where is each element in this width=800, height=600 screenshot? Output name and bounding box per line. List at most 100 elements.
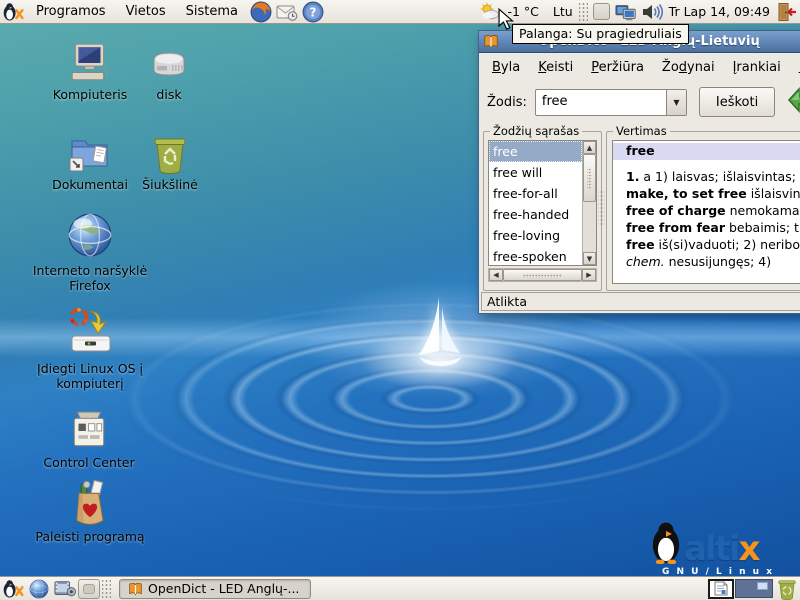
scrollbar-thumb[interactable] bbox=[503, 269, 582, 281]
wordlist-item[interactable]: free-handed bbox=[489, 204, 582, 225]
hard-disk-icon bbox=[149, 44, 189, 84]
desktop-icon-label: Šiukšlinė bbox=[142, 177, 198, 192]
task-button-opendict[interactable]: OpenDict - LED Anglų-... bbox=[119, 579, 311, 599]
desktop-icon-label: Dokumentai bbox=[52, 177, 128, 192]
scroll-down-icon[interactable]: ▼ bbox=[583, 252, 596, 265]
computer-icon bbox=[69, 42, 111, 84]
volume-icon[interactable] bbox=[641, 1, 663, 23]
desktop-icon-documents[interactable]: Dokumentai bbox=[36, 134, 144, 192]
menu-keisti[interactable]: Keisti bbox=[529, 57, 582, 78]
baltix-penguin-icon bbox=[648, 520, 684, 564]
menu-perziura[interactable]: Peržiūra bbox=[582, 57, 653, 78]
bottom-panel: OpenDict - LED Anglų-... bbox=[0, 576, 800, 600]
sailboat-illustration bbox=[405, 293, 475, 383]
display-settings-icon[interactable] bbox=[615, 1, 637, 23]
wordlist-vertical-scrollbar[interactable]: ▲ ▼ bbox=[582, 141, 596, 265]
wordlist-group-label: Žodžių sąrašas bbox=[490, 124, 582, 138]
search-toolbar: Žodis: free ▼ Ieškoti bbox=[479, 81, 800, 123]
desktop-icon-firefox[interactable]: Interneto naršyklėFirefox bbox=[26, 210, 154, 293]
desktop-icon-run-program[interactable]: Paleisti programą bbox=[30, 478, 150, 544]
word-combobox-value[interactable]: free bbox=[536, 90, 666, 115]
menu-programos[interactable]: Programos bbox=[26, 0, 116, 24]
translation-group: Vertimas free 1. a 1) laisvas; išlaisvin… bbox=[606, 131, 800, 291]
opendict-book-icon bbox=[128, 582, 143, 596]
mail-launcher-icon[interactable] bbox=[276, 1, 298, 23]
menu-irankiai[interactable]: Įrankiai bbox=[724, 57, 790, 78]
baltix-taskbar-icon[interactable] bbox=[2, 578, 24, 600]
run-program-bag-icon bbox=[68, 478, 112, 526]
back-arrow-icon[interactable] bbox=[787, 86, 800, 114]
install-os-icon bbox=[63, 306, 117, 358]
recycle-bin-icon bbox=[151, 134, 189, 174]
workspace-window-thumbnail bbox=[757, 582, 768, 590]
firefox-launcher-icon[interactable] bbox=[250, 1, 272, 23]
baltix-watermark: altix G N U / L i n u x bbox=[648, 520, 798, 577]
desktop-icon-label: disk bbox=[156, 87, 181, 102]
video-player-launcher-icon[interactable] bbox=[54, 578, 76, 600]
wordlist-item-selected[interactable]: free bbox=[489, 141, 582, 162]
tray-status-icon[interactable] bbox=[593, 3, 610, 20]
scrollbar-thumb[interactable] bbox=[583, 154, 596, 202]
show-desktop-icon bbox=[83, 584, 95, 594]
applet-drag-handle[interactable] bbox=[579, 3, 588, 21]
baltix-menu-icon[interactable] bbox=[2, 1, 24, 23]
word-combobox[interactable]: free ▼ bbox=[535, 89, 687, 116]
desktop-icon-install-linux[interactable]: Įdiegti Linux OS įkompiuterį bbox=[22, 306, 158, 391]
desktop-icon-label: Paleisti programą bbox=[35, 529, 144, 544]
status-bar: Atlikta bbox=[481, 292, 800, 311]
desktop-icon-label: Kompiuteris bbox=[53, 87, 127, 102]
desktop-icon-label: Interneto naršyklėFirefox bbox=[33, 263, 147, 293]
desktop-icon-label: Įdiegti Linux OS įkompiuterį bbox=[37, 361, 143, 391]
scroll-right-icon[interactable]: ▶ bbox=[582, 269, 596, 281]
control-center-icon bbox=[68, 410, 110, 452]
mouse-cursor bbox=[497, 8, 515, 30]
web-browser-globe-icon bbox=[65, 210, 115, 260]
translation-group-label: Vertimas bbox=[613, 124, 670, 138]
note-document-icon bbox=[714, 581, 728, 596]
menu-sistema[interactable]: Sistema bbox=[176, 0, 248, 24]
trash-applet-icon[interactable] bbox=[776, 578, 798, 600]
keyboard-layout-indicator[interactable]: Ltu bbox=[549, 4, 577, 19]
wordlist-group: Žodžių sąrašas free free will free-for-a… bbox=[483, 131, 602, 291]
translation-textarea[interactable]: free 1. a 1) laisvas; išlaisvintas; t ma… bbox=[612, 140, 800, 284]
show-desktop-button[interactable] bbox=[78, 579, 100, 599]
wordlist-item[interactable]: free-for-all bbox=[489, 183, 582, 204]
wordlist: free free will free-for-all free-handed … bbox=[488, 140, 597, 266]
notes-applet-button[interactable] bbox=[708, 579, 734, 599]
svg-text:?: ? bbox=[309, 5, 316, 19]
scroll-up-icon[interactable]: ▲ bbox=[583, 141, 596, 154]
top-panel: Programos Vietos Sistema ? -1 °C Ltu Tr bbox=[0, 0, 800, 24]
documents-folder-icon bbox=[67, 134, 113, 174]
desktop-icon-disk[interactable]: disk bbox=[130, 44, 208, 102]
opendict-book-icon bbox=[483, 34, 499, 49]
pane-splitter-handle[interactable] bbox=[598, 191, 605, 225]
browser-launcher-icon[interactable] bbox=[28, 578, 50, 600]
chevron-down-icon[interactable]: ▼ bbox=[666, 90, 686, 115]
word-label: Žodis: bbox=[487, 95, 527, 110]
translation-body: 1. a 1) laisvas; išlaisvintas; t make, t… bbox=[613, 160, 800, 270]
menu-byla[interactable]: Byla bbox=[483, 57, 529, 78]
window-menubar: Byla Keisti Peržiūra Žodynai Įrankiai Pa… bbox=[479, 53, 800, 81]
menu-zodynai[interactable]: Žodynai bbox=[653, 57, 724, 78]
wordlist-horizontal-scrollbar[interactable]: ◀ ▶ bbox=[488, 268, 597, 282]
weather-tooltip: Palanga: Su pragiedruliais bbox=[512, 24, 689, 44]
wordlist-item[interactable]: free will bbox=[489, 162, 582, 183]
opendict-window: OpenDict - LED Anglų-Lietuvių Byla Keist… bbox=[478, 30, 800, 314]
watermark-brand-text: altix bbox=[684, 534, 758, 564]
wordlist-item[interactable]: free-loving bbox=[489, 225, 582, 246]
desktop-icon-control-center[interactable]: Control Center bbox=[33, 410, 145, 470]
search-button[interactable]: Ieškoti bbox=[699, 87, 775, 117]
workspace-switcher[interactable] bbox=[735, 579, 773, 598]
desktop-icon-label: Control Center bbox=[43, 455, 134, 470]
desktop-icon-computer[interactable]: Kompiuteris bbox=[38, 42, 142, 102]
menu-vietos[interactable]: Vietos bbox=[116, 0, 176, 24]
help-launcher-icon[interactable]: ? bbox=[302, 1, 324, 23]
menu-pagalba[interactable]: Pag bbox=[790, 57, 800, 78]
wordlist-item[interactable]: free-spoken bbox=[489, 246, 582, 265]
logout-icon[interactable] bbox=[776, 1, 798, 23]
scroll-left-icon[interactable]: ◀ bbox=[489, 269, 503, 281]
clock[interactable]: Tr Lap 14, 09:49 bbox=[665, 4, 774, 19]
translation-headword: free bbox=[613, 143, 800, 160]
tasklist-drag-handle[interactable] bbox=[102, 580, 111, 598]
desktop-icon-trash[interactable]: Šiukšlinė bbox=[130, 134, 210, 192]
